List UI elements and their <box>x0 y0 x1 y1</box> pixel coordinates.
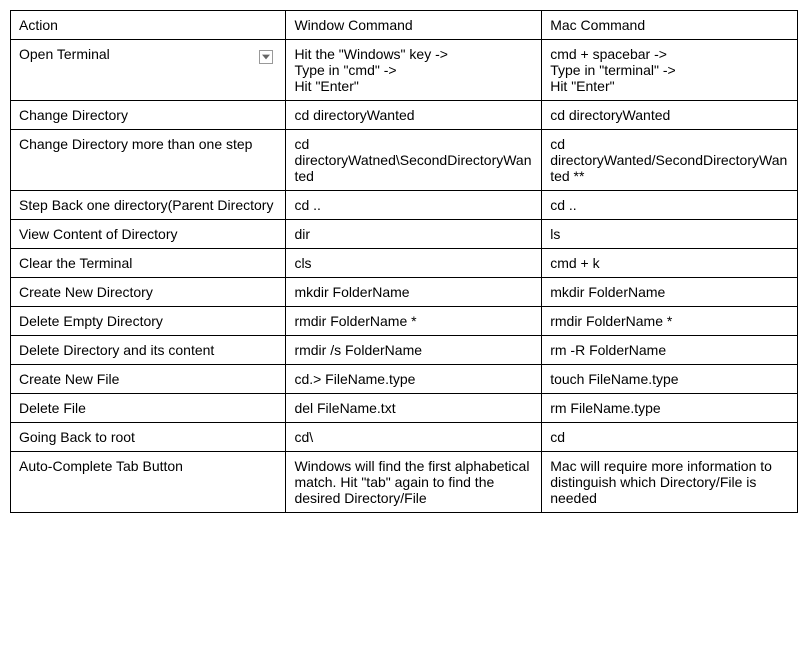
cell-mac: Mac will require more information to dis… <box>542 452 798 513</box>
cell-mac: ls <box>542 220 798 249</box>
table-row: Change Directory cd directoryWanted cd d… <box>11 101 798 130</box>
header-mac: Mac Command <box>542 11 798 40</box>
cell-mac: touch FileName.type <box>542 365 798 394</box>
cell-windows: Windows will find the first alphabetical… <box>286 452 542 513</box>
cell-windows: cd .. <box>286 191 542 220</box>
cell-action: Change Directory <box>11 101 286 130</box>
table-row: Clear the Terminal cls cmd + k <box>11 249 798 278</box>
table-row: Auto-Complete Tab Button Windows will fi… <box>11 452 798 513</box>
table-row: Open Terminal Hit the "Windows" key -> T… <box>11 40 798 101</box>
cell-action: Delete File <box>11 394 286 423</box>
cell-action-text: Open Terminal <box>19 46 110 62</box>
table-row: Delete Directory and its content rmdir /… <box>11 336 798 365</box>
cell-action: Step Back one directory(Parent Directory <box>11 191 286 220</box>
table-row: Step Back one directory(Parent Directory… <box>11 191 798 220</box>
cell-windows: cls <box>286 249 542 278</box>
cell-windows: cd.> FileName.type <box>286 365 542 394</box>
cell-action: View Content of Directory <box>11 220 286 249</box>
header-action: Action <box>11 11 286 40</box>
table-row: Change Directory more than one step cd d… <box>11 130 798 191</box>
cell-windows: mkdir FolderName <box>286 278 542 307</box>
cell-mac: cd directoryWanted <box>542 101 798 130</box>
cell-mac: cd .. <box>542 191 798 220</box>
cell-windows: del FileName.txt <box>286 394 542 423</box>
chevron-down-icon[interactable] <box>259 50 273 64</box>
cell-action: Clear the Terminal <box>11 249 286 278</box>
commands-table: Action Window Command Mac Command Open T… <box>10 10 798 513</box>
header-windows: Window Command <box>286 11 542 40</box>
cell-windows: rmdir /s FolderName <box>286 336 542 365</box>
table-row: Delete Empty Directory rmdir FolderName … <box>11 307 798 336</box>
cell-mac: cd <box>542 423 798 452</box>
table-row: Create New File cd.> FileName.type touch… <box>11 365 798 394</box>
cell-windows: cd\ <box>286 423 542 452</box>
cell-mac: cmd + spacebar -> Type in "terminal" -> … <box>542 40 798 101</box>
cell-windows: cd directoryWanted <box>286 101 542 130</box>
table-row: Delete File del FileName.txt rm FileName… <box>11 394 798 423</box>
cell-action: Create New File <box>11 365 286 394</box>
cell-action: Open Terminal <box>11 40 286 101</box>
table-header-row: Action Window Command Mac Command <box>11 11 798 40</box>
cell-windows: dir <box>286 220 542 249</box>
cell-mac: rm -R FolderName <box>542 336 798 365</box>
cell-mac: cmd + k <box>542 249 798 278</box>
table-row: Going Back to root cd\ cd <box>11 423 798 452</box>
cell-action: Auto-Complete Tab Button <box>11 452 286 513</box>
cell-action: Change Directory more than one step <box>11 130 286 191</box>
cell-action: Create New Directory <box>11 278 286 307</box>
cell-mac: rm FileName.type <box>542 394 798 423</box>
cell-mac: cd directoryWanted/SecondDirectoryWanted… <box>542 130 798 191</box>
cell-windows: Hit the "Windows" key -> Type in "cmd" -… <box>286 40 542 101</box>
cell-windows: rmdir FolderName * <box>286 307 542 336</box>
table-row: Create New Directory mkdir FolderName mk… <box>11 278 798 307</box>
cell-windows: cd directoryWatned\SecondDirectoryWanted <box>286 130 542 191</box>
cell-mac: rmdir FolderName * <box>542 307 798 336</box>
table-row: View Content of Directory dir ls <box>11 220 798 249</box>
cell-action: Delete Empty Directory <box>11 307 286 336</box>
cell-action: Going Back to root <box>11 423 286 452</box>
cell-mac: mkdir FolderName <box>542 278 798 307</box>
cell-action: Delete Directory and its content <box>11 336 286 365</box>
